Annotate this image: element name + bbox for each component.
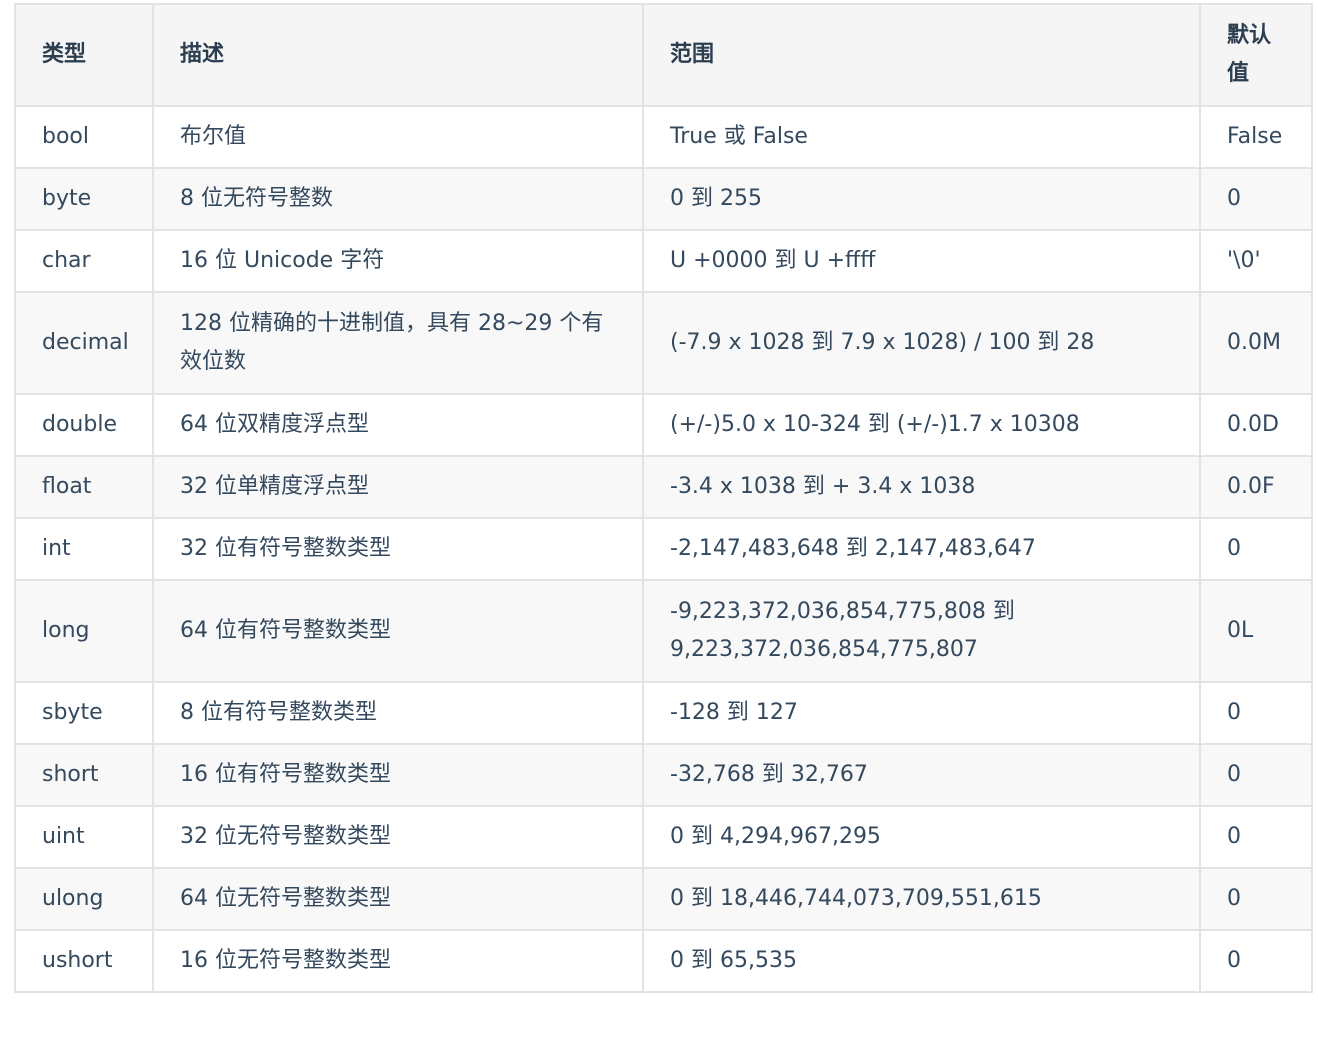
cell-default: 0L xyxy=(1199,579,1313,683)
cell-range: -2,147,483,648 到 2,147,483,647 xyxy=(642,517,1201,581)
cell-default: 0 xyxy=(1199,167,1313,231)
header-range: 范围 xyxy=(642,3,1201,107)
table-row: uint 32 位无符号整数类型 0 到 4,294,967,295 0 xyxy=(14,805,1313,869)
cell-range: (-7.9 x 1028 到 7.9 x 1028) / 100 到 28 xyxy=(642,291,1201,395)
cell-type: uint xyxy=(14,805,154,869)
cell-description: 32 位单精度浮点型 xyxy=(152,455,644,519)
cell-range: -9,223,372,036,854,775,808 到 9,223,372,0… xyxy=(642,579,1201,683)
cell-type: double xyxy=(14,393,154,457)
cell-description: 32 位无符号整数类型 xyxy=(152,805,644,869)
data-types-table: 类型 描述 范围 默认值 bool 布尔值 True 或 False False… xyxy=(14,3,1313,993)
cell-default: '\0' xyxy=(1199,229,1313,293)
cell-default: 0.0M xyxy=(1199,291,1313,395)
cell-description: 布尔值 xyxy=(152,105,644,169)
table-row: float 32 位单精度浮点型 -3.4 x 1038 到 + 3.4 x 1… xyxy=(14,455,1313,519)
cell-description: 8 位无符号整数 xyxy=(152,167,644,231)
cell-description: 16 位有符号整数类型 xyxy=(152,743,644,807)
table-row: bool 布尔值 True 或 False False xyxy=(14,105,1313,169)
cell-range: 0 到 4,294,967,295 xyxy=(642,805,1201,869)
table-row: ushort 16 位无符号整数类型 0 到 65,535 0 xyxy=(14,929,1313,993)
cell-range: -128 到 127 xyxy=(642,681,1201,745)
table-row: int 32 位有符号整数类型 -2,147,483,648 到 2,147,4… xyxy=(14,517,1313,581)
cell-type: short xyxy=(14,743,154,807)
table-row: long 64 位有符号整数类型 -9,223,372,036,854,775,… xyxy=(14,579,1313,683)
cell-description: 64 位无符号整数类型 xyxy=(152,867,644,931)
cell-type: ulong xyxy=(14,867,154,931)
header-row: 类型 描述 范围 默认值 xyxy=(14,3,1313,107)
cell-default: 0 xyxy=(1199,929,1313,993)
cell-default: 0 xyxy=(1199,805,1313,869)
cell-type: long xyxy=(14,579,154,683)
data-types-table-container: 类型 描述 范围 默认值 bool 布尔值 True 或 False False… xyxy=(14,3,1313,993)
cell-type: float xyxy=(14,455,154,519)
table-body: bool 布尔值 True 或 False False byte 8 位无符号整… xyxy=(14,105,1313,993)
cell-description: 128 位精确的十进制值，具有 28~29 个有效位数 xyxy=(152,291,644,395)
cell-description: 32 位有符号整数类型 xyxy=(152,517,644,581)
cell-type: bool xyxy=(14,105,154,169)
cell-range: 0 到 255 xyxy=(642,167,1201,231)
cell-description: 16 位无符号整数类型 xyxy=(152,929,644,993)
cell-range: True 或 False xyxy=(642,105,1201,169)
cell-type: int xyxy=(14,517,154,581)
cell-default: 0 xyxy=(1199,681,1313,745)
header-type: 类型 xyxy=(14,3,154,107)
cell-description: 64 位有符号整数类型 xyxy=(152,579,644,683)
header-default: 默认值 xyxy=(1199,3,1313,107)
cell-range: -32,768 到 32,767 xyxy=(642,743,1201,807)
table-row: decimal 128 位精确的十进制值，具有 28~29 个有效位数 (-7.… xyxy=(14,291,1313,395)
table-row: double 64 位双精度浮点型 (+/-)5.0 x 10-324 到 (+… xyxy=(14,393,1313,457)
table-row: byte 8 位无符号整数 0 到 255 0 xyxy=(14,167,1313,231)
table-header: 类型 描述 范围 默认值 xyxy=(14,3,1313,107)
table-row: char 16 位 Unicode 字符 U +0000 到 U +ffff '… xyxy=(14,229,1313,293)
cell-range: 0 到 18,446,744,073,709,551,615 xyxy=(642,867,1201,931)
table-row: short 16 位有符号整数类型 -32,768 到 32,767 0 xyxy=(14,743,1313,807)
cell-type: byte xyxy=(14,167,154,231)
cell-type: ushort xyxy=(14,929,154,993)
cell-type: decimal xyxy=(14,291,154,395)
cell-type: sbyte xyxy=(14,681,154,745)
cell-default: 0.0D xyxy=(1199,393,1313,457)
cell-default: 0 xyxy=(1199,867,1313,931)
cell-default: False xyxy=(1199,105,1313,169)
header-description: 描述 xyxy=(152,3,644,107)
cell-type: char xyxy=(14,229,154,293)
cell-description: 64 位双精度浮点型 xyxy=(152,393,644,457)
table-row: ulong 64 位无符号整数类型 0 到 18,446,744,073,709… xyxy=(14,867,1313,931)
cell-default: 0 xyxy=(1199,517,1313,581)
table-row: sbyte 8 位有符号整数类型 -128 到 127 0 xyxy=(14,681,1313,745)
cell-description: 16 位 Unicode 字符 xyxy=(152,229,644,293)
cell-range: 0 到 65,535 xyxy=(642,929,1201,993)
cell-default: 0 xyxy=(1199,743,1313,807)
cell-description: 8 位有符号整数类型 xyxy=(152,681,644,745)
cell-default: 0.0F xyxy=(1199,455,1313,519)
cell-range: U +0000 到 U +ffff xyxy=(642,229,1201,293)
cell-range: -3.4 x 1038 到 + 3.4 x 1038 xyxy=(642,455,1201,519)
cell-range: (+/-)5.0 x 10-324 到 (+/-)1.7 x 10308 xyxy=(642,393,1201,457)
